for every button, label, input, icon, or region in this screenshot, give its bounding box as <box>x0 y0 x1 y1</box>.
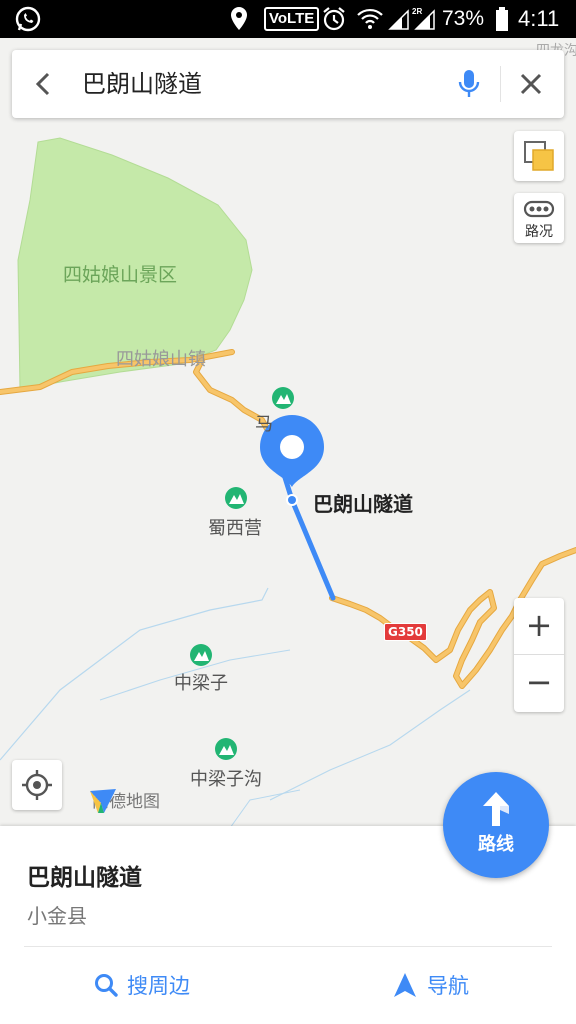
layers-icon <box>524 141 554 171</box>
layers-button[interactable] <box>514 131 564 181</box>
zoom-controls: + − <box>514 598 564 712</box>
search-query[interactable]: 巴朗山隧道 <box>82 50 202 118</box>
road-shield-g350: G350 <box>384 623 427 641</box>
amap-logo: 高德地图 <box>88 787 160 813</box>
poi-label-zhongliangzigou: 中梁子沟 <box>190 769 262 790</box>
scenic-area-label: 四姑娘山景区 <box>63 264 178 286</box>
sheet-divider <box>24 946 552 947</box>
signal-icon-1 <box>388 0 410 38</box>
poi-marker-zhongliangzi <box>190 644 212 666</box>
poi-marker-zhongliangzigou <box>215 738 237 760</box>
traffic-icon <box>523 200 555 218</box>
poi-label-shuxiying: 蜀西营 <box>208 518 262 539</box>
my-location-button[interactable] <box>12 760 62 810</box>
clock: 4:11 <box>518 6 560 31</box>
search-divider <box>500 66 501 102</box>
poi-label-ma: 马 <box>255 414 273 435</box>
battery-icon <box>495 0 509 38</box>
poi-label-zhongliangzi: 中梁子 <box>174 673 228 694</box>
zoom-out-button[interactable]: − <box>514 655 564 711</box>
search-nearby-button[interactable]: 搜周边 <box>93 970 190 1000</box>
traffic-label: 路况 <box>525 224 553 240</box>
route-label: 路线 <box>478 834 514 855</box>
navigation-arrow-icon <box>394 973 416 997</box>
tunnel-label: 巴朗山隧道 <box>313 492 413 516</box>
river <box>269 689 471 801</box>
status-bar: VoLTE 2R 73% 4:11 <box>0 0 576 38</box>
alarm-icon <box>320 0 348 38</box>
volte-badge: VoLTE <box>264 0 320 38</box>
location-icon <box>228 0 250 38</box>
map-view[interactable]: 四姑娘山景区 四姑娘山镇 马 蜀西营 中梁子 中梁子沟 巴朗山隧道 四龙沟 G3… <box>0 38 576 828</box>
battery-percent: 73% <box>442 7 485 30</box>
signal-icon-2 <box>414 0 436 38</box>
route-button[interactable]: 路线 <box>443 772 549 878</box>
place-name: 巴朗山隧道 <box>27 865 142 891</box>
crosshair-icon <box>22 770 52 800</box>
navigate-label: 导航 <box>427 974 469 998</box>
back-arrow-icon[interactable] <box>30 70 58 98</box>
search-bar[interactable]: 巴朗山隧道 <box>12 50 564 118</box>
traffic-button[interactable]: 路况 <box>514 193 564 243</box>
map-canvas <box>0 137 576 828</box>
route-arrow-icon <box>483 792 509 826</box>
poi-marker-ma <box>272 387 294 409</box>
zoom-in-button[interactable]: + <box>514 598 564 654</box>
amap-logo-icon <box>90 789 116 813</box>
search-icon <box>95 974 118 997</box>
wifi-icon <box>356 0 384 38</box>
microphone-icon[interactable] <box>456 68 482 100</box>
navigate-button[interactable]: 导航 <box>393 970 469 1000</box>
town-label: 四姑娘山镇 <box>116 349 206 370</box>
place-region: 小金县 <box>27 904 87 928</box>
poi-marker-shuxiying <box>225 487 247 509</box>
river <box>229 789 301 828</box>
whatsapp-icon <box>14 0 42 38</box>
close-icon[interactable] <box>517 70 545 98</box>
search-nearby-label: 搜周边 <box>127 974 190 998</box>
